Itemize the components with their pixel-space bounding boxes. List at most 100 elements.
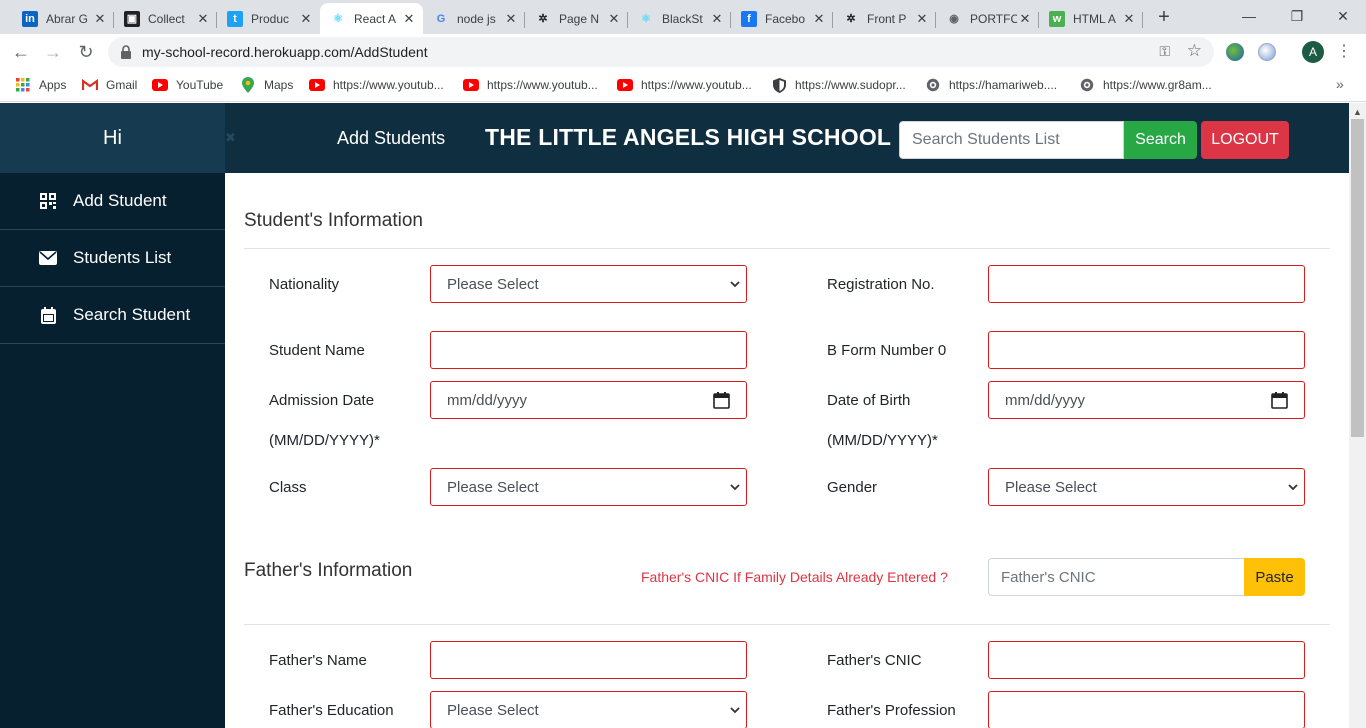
globe-icon bbox=[1079, 77, 1095, 93]
sidebar-item-students-list[interactable]: Students List bbox=[0, 230, 225, 287]
close-tab-icon[interactable]: ✕ bbox=[606, 11, 622, 27]
bookmark-label: https://www.youtub... bbox=[333, 78, 444, 92]
close-tab-icon[interactable]: ✕ bbox=[195, 11, 211, 27]
greeting: Hi bbox=[0, 103, 225, 173]
class-label: Class bbox=[269, 479, 307, 496]
restore-button[interactable]: ❐ bbox=[1274, 0, 1320, 34]
browser-tab[interactable]: Gnode js ✕ bbox=[423, 3, 525, 34]
father-cnic-input[interactable] bbox=[988, 641, 1305, 679]
bookmark-item[interactable]: https://www.gr8am... bbox=[1079, 77, 1212, 93]
bookmark-item[interactable]: Apps bbox=[15, 77, 66, 93]
tab-title: HTML A bbox=[1073, 11, 1116, 26]
father-cnic-search-input[interactable]: Father's CNIC bbox=[988, 558, 1245, 596]
browser-tab[interactable]: in Abrar G ✕ bbox=[12, 3, 114, 34]
scroll-up-arrow-icon[interactable]: ▲ bbox=[1353, 107, 1362, 117]
bookmark-item[interactable]: Maps bbox=[240, 77, 293, 93]
search-button[interactable]: Search bbox=[1124, 121, 1197, 159]
bookmark-item[interactable]: https://www.sudopr... bbox=[771, 77, 906, 93]
url-text[interactable]: my-school-record.herokuapp.com/AddStuden… bbox=[142, 44, 428, 60]
bookmark-item[interactable]: Gmail bbox=[82, 77, 137, 93]
father-profession-input[interactable] bbox=[988, 691, 1305, 728]
close-tab-icon[interactable]: ✕ bbox=[1017, 11, 1033, 27]
browser-tab[interactable]: ▣ Collect ✕ bbox=[114, 3, 217, 34]
dob-input[interactable]: mm/dd/yyyy bbox=[988, 381, 1305, 419]
registration-input[interactable] bbox=[988, 265, 1305, 303]
bookmark-label: https://www.sudopr... bbox=[795, 78, 906, 92]
close-tab-icon[interactable]: ✕ bbox=[401, 11, 417, 27]
nav-add-students-link[interactable]: Add Students bbox=[337, 128, 445, 149]
tab-title: React A bbox=[354, 11, 397, 26]
bookmark-item[interactable]: https://www.youtub... bbox=[309, 77, 444, 93]
close-tab-icon[interactable]: ✕ bbox=[914, 11, 930, 27]
class-select[interactable]: Please Select bbox=[430, 468, 747, 506]
sidebar-toggle-icon[interactable]: ✖ bbox=[225, 130, 236, 146]
gender-select[interactable]: Please Select bbox=[988, 468, 1305, 506]
close-tab-icon[interactable]: ✕ bbox=[811, 11, 827, 27]
admission-date-format: (MM/DD/YYYY)* bbox=[269, 432, 380, 449]
react-icon: ⚛ bbox=[333, 13, 343, 25]
lock-icon bbox=[121, 45, 131, 59]
divider bbox=[244, 248, 1330, 249]
sidebar: Add Student Students List Search Student bbox=[0, 173, 225, 728]
close-tab-icon[interactable]: ✕ bbox=[1121, 11, 1137, 27]
browser-tab[interactable]: f Facebo ✕ bbox=[731, 3, 833, 34]
bookmarks-overflow-icon[interactable]: » bbox=[1336, 76, 1344, 92]
browser-tab[interactable]: t Produc ✕ bbox=[217, 3, 320, 34]
browser-tab[interactable]: ⚛ BlackSt ✕ bbox=[628, 3, 731, 34]
tab-title: BlackSt bbox=[662, 11, 703, 26]
gender-value: Please Select bbox=[1005, 478, 1097, 496]
bform-input[interactable] bbox=[988, 331, 1305, 369]
close-tab-icon[interactable]: ✕ bbox=[709, 11, 725, 27]
admission-date-input[interactable]: mm/dd/yyyy bbox=[430, 381, 747, 419]
extension-globe-icon[interactable] bbox=[1226, 43, 1244, 61]
nationality-select[interactable]: Please Select bbox=[430, 265, 747, 303]
sidebar-item-add-student[interactable]: Add Student bbox=[0, 173, 225, 230]
bform-label: B Form Number 0 bbox=[827, 342, 947, 359]
page-scrollbar[interactable]: ▲ bbox=[1349, 103, 1366, 728]
admission-date-label: Admission Date bbox=[269, 392, 375, 409]
browser-tab[interactable]: w HTML A ✕ bbox=[1039, 3, 1143, 34]
bookmark-item[interactable]: https://www.youtub... bbox=[617, 77, 752, 93]
extension-opera-icon[interactable] bbox=[1258, 43, 1276, 61]
calendar-icon bbox=[38, 305, 58, 325]
father-education-label: Father's Education bbox=[269, 702, 394, 719]
student-name-input[interactable] bbox=[430, 331, 747, 369]
back-arrow-icon[interactable]: ← bbox=[9, 40, 33, 64]
forward-arrow-icon[interactable]: → bbox=[41, 40, 65, 64]
paste-button[interactable]: Paste bbox=[1244, 558, 1305, 596]
address-bar[interactable]: my-school-record.herokuapp.com/AddStuden… bbox=[108, 37, 1214, 67]
reload-icon[interactable]: ↻ bbox=[74, 40, 98, 64]
nationality-value: Please Select bbox=[447, 275, 539, 293]
profile-avatar[interactable]: A bbox=[1302, 41, 1324, 63]
student-search-input[interactable] bbox=[899, 121, 1124, 159]
browser-tab[interactable]: ✲ Front P ✕ bbox=[833, 3, 936, 34]
close-tab-icon[interactable]: ✕ bbox=[503, 11, 519, 27]
new-tab-button[interactable]: + bbox=[1152, 5, 1176, 29]
close-tab-icon[interactable]: ✕ bbox=[298, 11, 314, 27]
browser-tab[interactable]: ✲ Page N ✕ bbox=[525, 3, 628, 34]
minimize-button[interactable]: — bbox=[1226, 0, 1272, 34]
bookmark-item[interactable]: https://hamariweb.... bbox=[925, 77, 1057, 93]
tab-title: Collect bbox=[148, 11, 185, 26]
close-tab-icon[interactable]: ✕ bbox=[92, 11, 108, 27]
father-education-value: Please Select bbox=[447, 701, 539, 719]
chevron-down-icon bbox=[1288, 484, 1298, 491]
school-title: THE LITTLE ANGELS HIGH SCHOOL bbox=[485, 124, 892, 150]
calendar-picker-icon[interactable] bbox=[713, 392, 730, 409]
admission-date-value: mm/dd/yyyy bbox=[447, 391, 528, 409]
close-window-button[interactable]: ✕ bbox=[1320, 0, 1366, 34]
key-icon[interactable]: ⚿ bbox=[1159, 43, 1170, 60]
sidebar-item-search-student[interactable]: Search Student bbox=[0, 287, 225, 344]
father-education-select[interactable]: Please Select bbox=[430, 691, 747, 728]
browser-tab[interactable]: ⚛ React A ✕ bbox=[320, 3, 423, 34]
cnic-search-placeholder: Father's CNIC bbox=[1001, 568, 1096, 586]
father-name-input[interactable] bbox=[430, 641, 747, 679]
browser-menu-icon[interactable]: ⋮ bbox=[1334, 41, 1354, 61]
browser-tab[interactable]: ◉ PORTFO ✕ bbox=[936, 3, 1039, 34]
bookmark-item[interactable]: https://www.youtub... bbox=[463, 77, 598, 93]
bookmark-star-icon[interactable]: ☆ bbox=[1187, 41, 1202, 61]
calendar-picker-icon[interactable] bbox=[1271, 392, 1288, 409]
bookmark-item[interactable]: YouTube bbox=[152, 77, 223, 93]
scrollbar-thumb[interactable] bbox=[1351, 119, 1364, 437]
logout-button[interactable]: LOGOUT bbox=[1201, 121, 1289, 159]
